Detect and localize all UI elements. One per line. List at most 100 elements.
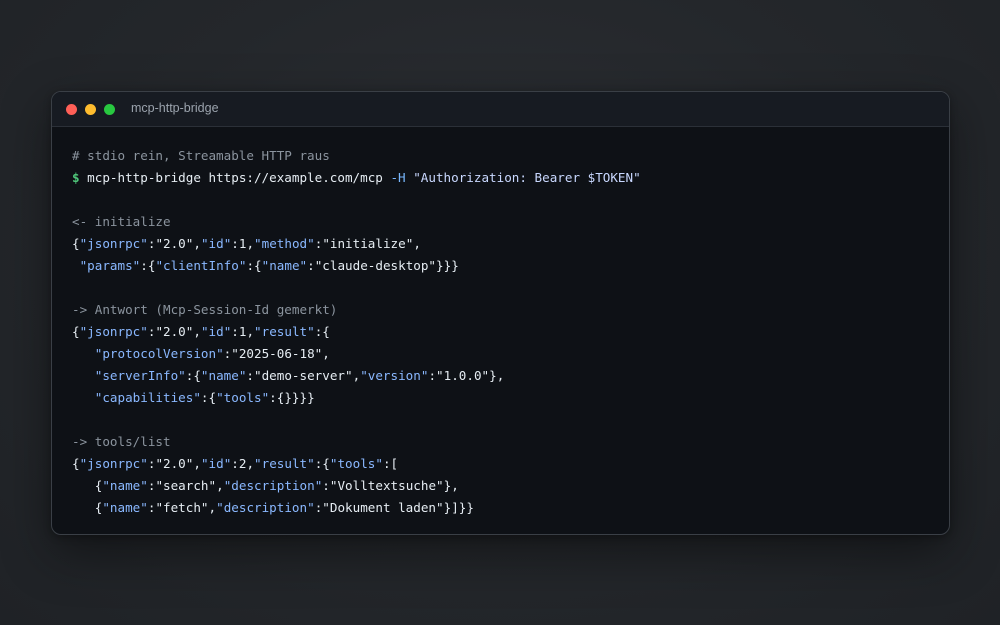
code-token: :: [322, 478, 330, 493]
terminal-line: {"jsonrpc":"2.0","id":1,"method":"initia…: [72, 233, 641, 255]
code-token: "name": [102, 478, 148, 493]
code-token: :{: [246, 258, 262, 273]
maximize-window-button[interactable]: [104, 104, 115, 115]
terminal-line: <- initialize: [72, 211, 641, 233]
code-token: }}}: [436, 258, 459, 273]
code-token: "protocolVersion": [94, 346, 224, 361]
code-token: "version": [360, 368, 429, 383]
code-token: :{: [185, 368, 201, 383]
code-token: "2.0": [155, 456, 194, 471]
code-token: "result": [254, 324, 315, 339]
terminal-line: -> tools/list: [72, 431, 641, 453]
code-token: "clientInfo": [155, 258, 247, 273]
code-token: "Volltextsuche": [329, 478, 444, 493]
code-token: -> Antwort (Mcp-Session-Id gemerkt): [72, 302, 338, 317]
code-token: :: [428, 368, 437, 383]
code-token: "id": [200, 236, 232, 251]
code-token: :{: [200, 390, 217, 405]
code-token: :: [307, 258, 315, 273]
terminal-line: "params":{"clientInfo":{"name":"claude-d…: [72, 255, 641, 277]
code-token: <- initialize: [72, 214, 171, 229]
code-token: "jsonrpc": [79, 456, 148, 471]
code-token: :1,: [231, 324, 255, 339]
code-token: "result": [254, 456, 315, 471]
terminal-line: {"name":"search","description":"Volltext…: [72, 475, 641, 497]
code-token: :{: [140, 258, 156, 273]
terminal-window: mcp-http-bridge # stdio rein, Streamable…: [51, 91, 950, 535]
code-token: "description": [216, 500, 315, 515]
code-token: "2.0": [155, 236, 194, 251]
code-token: ,: [322, 346, 330, 361]
terminal-output: # stdio rein, Streamable HTTP raus $ mcp-…: [72, 145, 641, 519]
code-token: ,: [216, 478, 224, 493]
code-token: "Dokument laden": [322, 500, 444, 515]
code-token: "2.0": [155, 324, 194, 339]
code-token: ,: [208, 500, 217, 515]
code-token: ,: [193, 236, 201, 251]
code-token: }]}}: [443, 500, 474, 515]
minimize-window-button[interactable]: [85, 104, 96, 115]
terminal-line: "capabilities":{"tools":{}}}}: [72, 387, 641, 409]
code-token: :1,: [231, 236, 255, 251]
terminal-line: {"jsonrpc":"2.0","id":1,"result":{: [72, 321, 641, 343]
code-token: {: [72, 500, 103, 515]
code-token: -> tools/list: [72, 434, 171, 449]
code-token: ,: [193, 456, 201, 471]
code-token: "demo-server": [254, 368, 353, 383]
code-token: "jsonrpc": [79, 236, 148, 251]
terminal-line: $ mcp-http-bridge https://example.com/mc…: [72, 167, 641, 189]
code-token: "params": [79, 258, 141, 273]
code-token: mcp-http-bridge https://example.com/mcp: [87, 170, 391, 185]
terminal-line: "serverInfo":{"name":"demo-server","vers…: [72, 365, 641, 387]
code-token: "initialize": [322, 236, 414, 251]
code-token: "fetch": [155, 500, 209, 515]
window-titlebar: mcp-http-bridge: [52, 92, 949, 127]
code-token: "jsonrpc": [79, 324, 148, 339]
code-token: :{}}}}: [269, 390, 315, 405]
terminal-line: {"name":"fetch","description":"Dokument …: [72, 497, 641, 519]
code-token: "search": [155, 478, 217, 493]
terminal-line: # stdio rein, Streamable HTTP raus: [72, 145, 641, 167]
code-token: ,: [193, 324, 201, 339]
code-token: -H: [390, 170, 414, 185]
code-token: "2025-06-18": [231, 346, 323, 361]
code-token: :2,: [231, 456, 255, 471]
code-token: "name": [102, 500, 148, 515]
code-token: "name": [261, 258, 308, 273]
code-token: # stdio rein, Streamable HTTP raus: [72, 148, 330, 163]
code-token: "capabilities": [94, 390, 201, 405]
code-token: "name": [200, 368, 247, 383]
code-token: :: [246, 368, 255, 383]
code-token: "tools": [216, 390, 270, 405]
close-window-button[interactable]: [66, 104, 77, 115]
code-token: },: [489, 368, 505, 383]
code-token: },: [443, 478, 459, 493]
code-token: "id": [200, 324, 232, 339]
window-title: mcp-http-bridge: [131, 101, 219, 115]
code-token: "Authorization: Bearer $TOKEN": [413, 170, 641, 185]
code-token: :{: [314, 324, 330, 339]
code-token: "1.0.0": [436, 368, 490, 383]
code-token: {: [72, 478, 103, 493]
code-token: {: [72, 236, 80, 251]
code-token: "tools": [329, 456, 383, 471]
code-token: :[: [382, 456, 399, 471]
terminal-line: -> Antwort (Mcp-Session-Id gemerkt): [72, 299, 641, 321]
code-token: {: [72, 456, 80, 471]
code-token: {: [72, 324, 80, 339]
code-token: "method": [254, 236, 315, 251]
code-token: "id": [200, 456, 232, 471]
terminal-line: {"jsonrpc":"2.0","id":2,"result":{"tools…: [72, 453, 641, 475]
code-token: "serverInfo": [94, 368, 186, 383]
terminal-line: "protocolVersion":"2025-06-18",: [72, 343, 641, 365]
code-token: "description": [223, 478, 323, 493]
code-token: "claude-desktop": [314, 258, 437, 273]
code-token: :{: [314, 456, 330, 471]
